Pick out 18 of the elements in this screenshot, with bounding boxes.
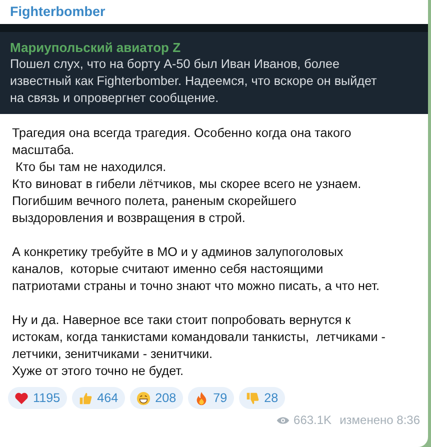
grinning-face-icon xyxy=(136,390,152,406)
author-name: Мариупольский авиатор Z xyxy=(10,40,182,56)
thumbs-up-icon xyxy=(78,390,94,406)
eye-icon xyxy=(276,416,290,424)
reaction-button[interactable]: 208 xyxy=(130,387,184,409)
thumbs-down-icon xyxy=(245,390,260,406)
channel-name[interactable]: Fighterbomber xyxy=(0,0,428,24)
message-paragraph: Трагедия она всегда трагедия. Особенно когда она такого масштаба. Кто бы там не находился. Кто виноват в гибели лётчиков, мы скорее всего не узнаем. Погибшим вечного полета, раненым скорейшего выздоровления и возвращения в строй. xyxy=(12,125,362,227)
message-paragraph: А конкретику требуйте в МО и у админов залупоголовых каналов, которые считают именно себя настоящими патриотами страны и точно знают что можно писать, а что нет. xyxy=(12,244,380,295)
reaction-button[interactable]: 79 xyxy=(188,387,234,409)
heart-icon xyxy=(14,390,29,406)
reaction-button[interactable]: 464 xyxy=(72,387,126,409)
reaction-button[interactable]: 1195 xyxy=(8,387,68,409)
view-count: 663.1K xyxy=(294,413,332,427)
quoted-text: Пошел слух, что на борту А-50 был Иван Иванов, более известный как Fighterbomber. Надеемся, что вскоре он выйдет на связь и опровергнет сообщение. xyxy=(10,56,378,107)
edited-time: изменено 8:36 xyxy=(340,413,420,427)
reaction-button[interactable]: 28 xyxy=(239,387,286,409)
message-paragraph: Ну и да. Наверное все таки стоит попробовать вернутся к истокам, когда танкистами командовали танкисты, летчиками - летчики, зенитчиками - зенитчики. Хуже от этого точно не будет. xyxy=(12,312,386,380)
